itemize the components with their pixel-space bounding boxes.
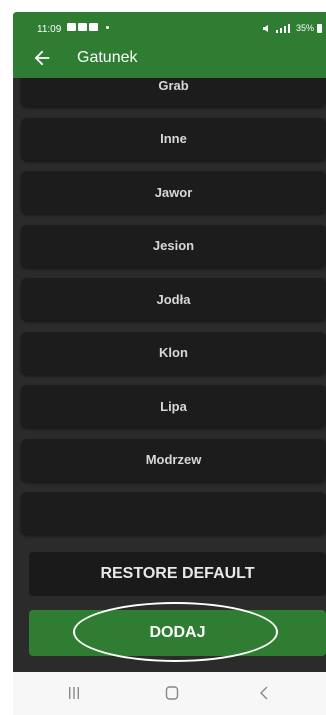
restore-default-button[interactable]: RESTORE DEFAULT (29, 552, 326, 596)
species-list-item[interactable]: Jawor (21, 171, 326, 213)
species-list-item[interactable]: Inne (21, 117, 326, 160)
phone-screen: 11:09 35% Gatunek Grab Inne Jawor Jesion Jod… (13, 12, 326, 715)
status-right: 35% (262, 23, 322, 33)
gallery-notification-icon (67, 23, 76, 31)
mute-icon (262, 24, 268, 32)
bottom-actions: RESTORE DEFAULT DODAJ (13, 542, 326, 672)
recents-icon[interactable] (67, 686, 81, 700)
status-bar: 11:09 35% (13, 12, 326, 38)
youtube-notification-icon (78, 23, 87, 31)
app-bar: Gatunek (13, 38, 326, 78)
species-list-item[interactable]: Jesion (21, 224, 326, 267)
battery-icon (317, 23, 322, 33)
battery-percent: 35% (295, 23, 314, 33)
species-list-item[interactable] (21, 492, 326, 534)
arrow-left-icon[interactable] (31, 47, 53, 69)
more-notifications-dot (106, 26, 109, 29)
status-time: 11:09 (37, 24, 62, 35)
notification-icons (67, 23, 109, 31)
chevron-left-icon[interactable] (258, 685, 270, 701)
species-list-item[interactable]: Jodła (21, 278, 326, 320)
species-list-item[interactable]: Lipa (21, 385, 326, 427)
add-button[interactable]: DODAJ (29, 610, 326, 656)
message-notification-icon (89, 23, 98, 31)
species-list-item[interactable]: Grab (21, 78, 326, 106)
page-title: Gatunek (77, 49, 138, 66)
system-nav-bar (13, 672, 326, 715)
species-list-item[interactable]: Modrzew (21, 438, 326, 481)
species-list[interactable]: Grab Inne Jawor Jesion Jodła Klon Lipa Modrzew (13, 78, 326, 542)
home-icon[interactable] (165, 685, 179, 701)
signal-icon (275, 23, 290, 33)
species-list-item[interactable]: Klon (21, 331, 326, 374)
